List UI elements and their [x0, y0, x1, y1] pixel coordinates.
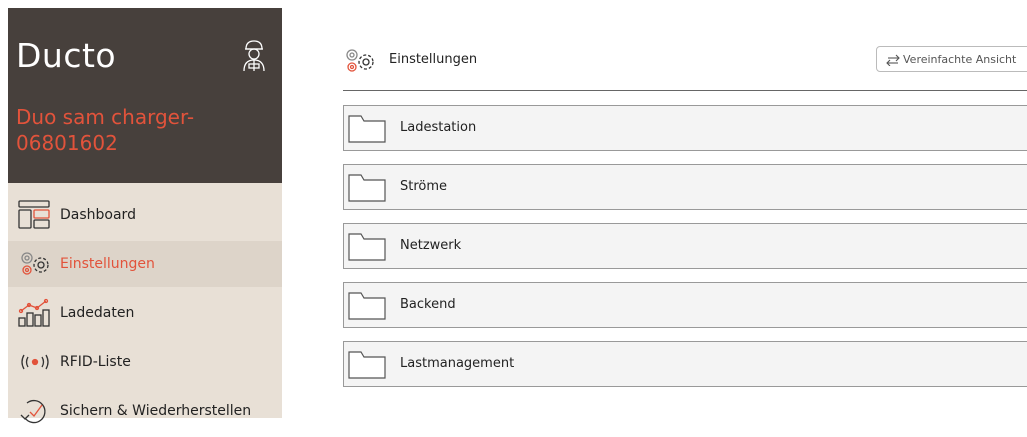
sidebar-item-label: Sichern & Wiederherstellen: [60, 403, 252, 419]
folder-label: Backend: [400, 297, 456, 312]
folder-stroeme[interactable]: Ströme: [343, 164, 1027, 210]
main-content: Einstellungen Vereinfachte Ansicht Lades…: [343, 30, 1027, 387]
page-title: Einstellungen: [389, 52, 478, 67]
sidebar-item-dashboard[interactable]: Dashboard: [8, 192, 282, 238]
chart-icon: [18, 298, 52, 328]
user-worker-icon[interactable]: [240, 38, 268, 72]
folder-list: Ladestation Ströme Netzwerk Backend Last…: [343, 105, 1027, 400]
folder-label: Ladestation: [400, 120, 477, 135]
settings-gears-icon: [343, 46, 377, 76]
swap-arrows-icon: [886, 54, 900, 66]
folder-icon: [348, 233, 386, 261]
restore-icon: [18, 396, 52, 426]
sidebar-item-label: Einstellungen: [60, 256, 155, 272]
sidebar-item-rfid-liste[interactable]: RFID-Liste: [8, 339, 282, 385]
brand-panel: Ducto Duo sam charger-06801602: [8, 8, 282, 183]
folder-label: Netzwerk: [400, 238, 462, 253]
brand-name: Ducto: [16, 36, 117, 75]
sidebar-item-label: RFID-Liste: [60, 354, 131, 370]
sidebar-item-sichern[interactable]: Sichern & Wiederherstellen: [8, 388, 282, 434]
device-name: Duo sam charger-06801602: [16, 105, 195, 155]
folder-icon: [348, 174, 386, 202]
folder-icon: [348, 292, 386, 320]
folder-label: Ströme: [400, 179, 448, 194]
folder-icon: [348, 115, 386, 143]
folder-icon: [348, 351, 386, 379]
page-header: Einstellungen Vereinfachte Ansicht: [343, 30, 1027, 91]
dashboard-icon: [18, 200, 52, 230]
settings-gears-icon: [18, 249, 52, 279]
simple-view-button[interactable]: Vereinfachte Ansicht: [876, 46, 1027, 72]
folder-backend[interactable]: Backend: [343, 282, 1027, 328]
sidebar: Ducto Duo sam charger-06801602 Dashboard…: [8, 8, 282, 424]
sidebar-item-ladedaten[interactable]: Ladedaten: [8, 290, 282, 336]
folder-netzwerk[interactable]: Netzwerk: [343, 223, 1027, 269]
simple-view-label: Vereinfachte Ansicht: [903, 52, 1017, 66]
sidebar-item-label: Dashboard: [60, 207, 136, 223]
rfid-icon: [18, 347, 52, 377]
folder-lastmanagement[interactable]: Lastmanagement: [343, 341, 1027, 387]
sidebar-item-einstellungen[interactable]: Einstellungen: [8, 241, 282, 287]
folder-ladestation[interactable]: Ladestation: [343, 105, 1027, 151]
folder-label: Lastmanagement: [400, 356, 515, 371]
sidebar-item-label: Ladedaten: [60, 305, 135, 321]
sidebar-nav: Dashboard Einstellungen Ladedaten RFID-L…: [8, 192, 282, 437]
